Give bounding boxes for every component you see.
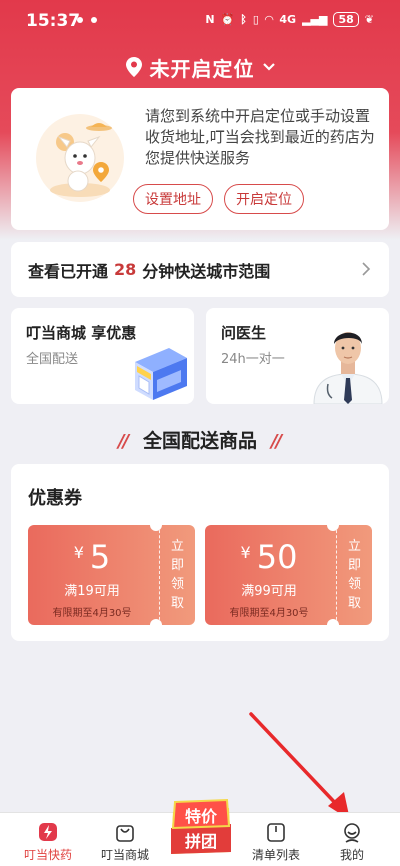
chevron-right-icon: [362, 262, 371, 276]
tab-label: 清单列表: [251, 848, 300, 862]
profile-icon: [344, 823, 360, 843]
enable-location-button[interactable]: 开启定位: [224, 184, 304, 214]
battery-indicator: 58: [333, 12, 359, 27]
storefront-icon: [135, 348, 187, 400]
delivery-city-banner[interactable]: 查看已开通 28 分钟快送城市范围: [11, 242, 389, 297]
claim-char: 立: [347, 539, 361, 554]
coupon-item[interactable]: ¥5 满19可用 有限期至4月30号 立 即 领 取: [28, 525, 195, 625]
coupon-amount: ¥5: [28, 538, 156, 576]
tab-label: 叮当快药: [23, 848, 72, 862]
bluetooth-icon: ᛒ: [240, 13, 247, 26]
nfc-icon: N: [205, 13, 215, 26]
coupon-notch: [150, 519, 162, 531]
coupon-amount: ¥50: [205, 538, 333, 576]
tab-dingdang-mall[interactable]: 叮当商城: [85, 813, 165, 866]
mall-card-subtitle: 全国配送: [26, 352, 79, 367]
coupon-expiry: 有限期至4月30号: [52, 608, 132, 619]
mall-discount-card[interactable]: 叮当商城 享优惠 全国配送: [11, 308, 194, 404]
city-banner-suffix: 分钟快送城市范围: [142, 261, 271, 281]
coupon-currency: ¥: [240, 543, 251, 562]
location-selector[interactable]: 未开启定位: [0, 52, 400, 82]
status-bar: 15:37 N ⏰ ᛒ ▯ ◠ 4G ▂▄▆ 58 ❦: [0, 0, 400, 42]
group-buy-promo-button[interactable]: 特价 拼团: [167, 798, 235, 858]
promo-line2: 拼团: [184, 832, 217, 851]
list-icon: [267, 823, 285, 842]
coupon-currency: ¥: [73, 543, 84, 562]
coupon-notch: [327, 619, 339, 631]
coupon-value: 50: [256, 538, 298, 576]
chevron-down-icon: [262, 63, 275, 71]
doctor-card-subtitle: 24h一对一: [221, 352, 285, 367]
coupon-condition: 满99可用: [241, 584, 297, 599]
network-type: 4G: [279, 13, 297, 26]
tab-dingdang-express[interactable]: 叮当快药: [8, 813, 88, 866]
tab-label: 叮当商城: [100, 848, 149, 862]
claim-coupon-button[interactable]: 立 即 领 取: [336, 525, 372, 625]
claim-char: 取: [347, 596, 361, 611]
claim-char: 立: [170, 539, 184, 554]
doctor-avatar-icon: [313, 332, 383, 404]
ask-doctor-card[interactable]: 问医生 24h一对一: [206, 308, 389, 404]
claim-char: 领: [347, 577, 361, 592]
section-title: 全国配送商品: [142, 430, 257, 452]
alarm-icon: ⏰: [220, 13, 235, 26]
coupon-condition: 满19可用: [64, 584, 120, 599]
mascot-illustration: [36, 114, 124, 202]
promo-line1: 特价: [184, 807, 217, 826]
claim-coupon-button[interactable]: 立 即 领 取: [159, 525, 195, 625]
signal-icon: ▂▄▆: [302, 13, 328, 26]
status-icons: N ⏰ ᛒ ▯ ◠ 4G ▂▄▆ 58 ❦: [205, 12, 374, 27]
city-banner-prefix: 查看已开通: [28, 261, 109, 281]
claim-char: 即: [347, 558, 361, 573]
claim-char: 领: [170, 577, 184, 592]
city-banner-minutes: 28: [114, 260, 137, 279]
tab-label: 我的: [339, 848, 364, 862]
coupon-section-title: 优惠券: [28, 488, 82, 509]
location-message: 请您到系统中开启定位或手动设置收货地址,叮当会找到最近的药店为您提供快送服务: [145, 107, 375, 167]
mall-card-title: 叮当商城 享优惠: [26, 324, 137, 342]
set-address-button[interactable]: 设置地址: [133, 184, 213, 214]
lightning-bag-icon: [39, 823, 57, 841]
tab-profile[interactable]: 我的: [312, 813, 392, 866]
coupon-notch: [150, 619, 162, 631]
coupon-value: 5: [89, 538, 111, 576]
vibrate-icon: ▯: [252, 13, 259, 26]
tab-checklist[interactable]: 清单列表: [236, 813, 316, 866]
location-title: 未开启定位: [149, 56, 255, 81]
wifi-icon: ◠: [264, 13, 274, 26]
doctor-card-title: 问医生: [221, 324, 267, 342]
notification-dot-icon: [91, 17, 97, 23]
shopping-bag-icon: [116, 825, 134, 842]
section-title-quote-right: //: [271, 431, 282, 452]
leaf-icon: ❦: [364, 13, 374, 26]
status-time: 15:37: [26, 11, 81, 31]
location-pin-icon: [125, 57, 142, 77]
coupon-item[interactable]: ¥50 满99可用 有限期至4月30号 立 即 领 取: [205, 525, 372, 625]
coupon-expiry: 有限期至4月30号: [229, 608, 309, 619]
claim-char: 取: [170, 596, 184, 611]
notification-dot-icon: [77, 17, 83, 23]
coupon-notch: [327, 519, 339, 531]
claim-char: 即: [170, 558, 184, 573]
